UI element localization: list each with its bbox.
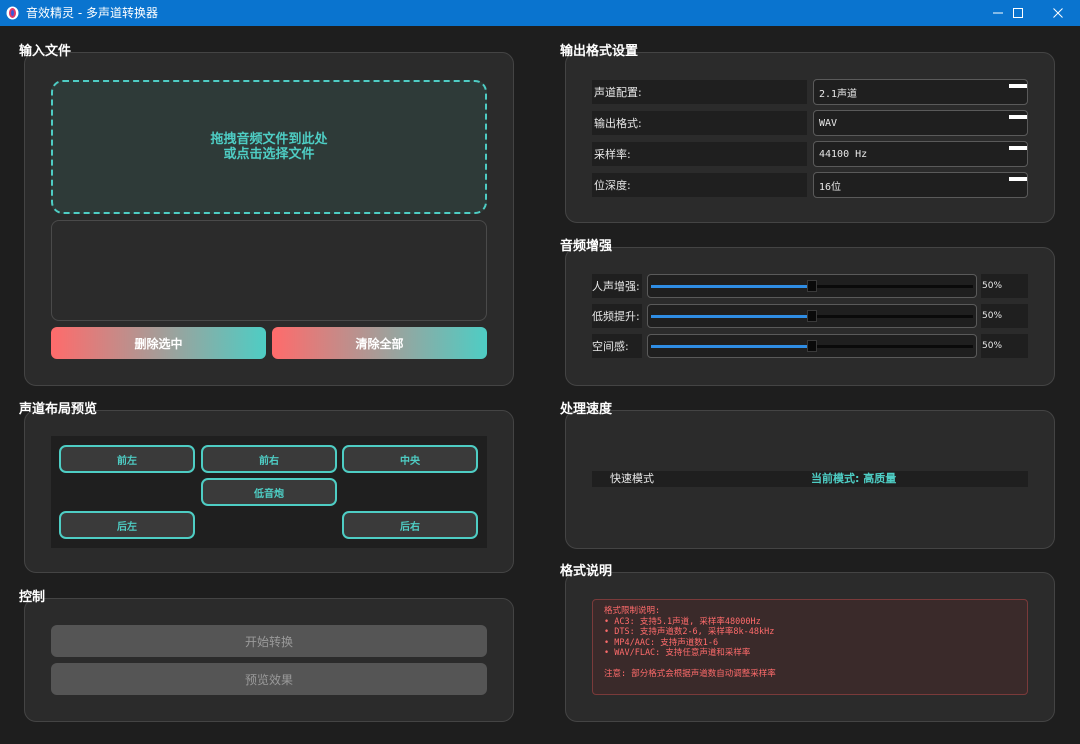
bass-boost-value: 50% xyxy=(981,304,1028,328)
file-dropzone[interactable]: 拖拽音频文件到此处 或点击选择文件 xyxy=(51,80,487,214)
slider-fill xyxy=(651,285,812,288)
slider-handle[interactable] xyxy=(807,340,817,352)
close-button[interactable] xyxy=(1038,0,1078,26)
channel-config-value: 2.1声道 xyxy=(819,88,858,100)
channel-front-right: 前右 xyxy=(201,445,337,473)
input-files-title: 输入文件 xyxy=(19,44,72,59)
speed-row: 快速模式 当前模式: 高质量 xyxy=(592,471,1028,487)
slider-handle[interactable] xyxy=(807,280,817,292)
title-bar: 音效精灵 - 多声道转换器 xyxy=(0,0,1080,26)
format-note-line: 注意: 部分格式会根据声道数自动调整采样率 xyxy=(604,669,776,679)
dropdown-arrow-icon xyxy=(1009,177,1027,181)
bass-boost-label: 低频提升: xyxy=(592,304,642,328)
close-icon xyxy=(1053,8,1063,18)
bass-boost-slider[interactable] xyxy=(647,304,977,328)
bit-depth-value: 16位 xyxy=(819,181,842,193)
format-note-line: • DTS: 支持声道数2-6, 采样率8k-48kHz xyxy=(604,627,775,637)
maximize-icon xyxy=(1013,8,1023,18)
fast-mode-checkbox[interactable]: 快速模式 xyxy=(610,471,654,487)
dropzone-text-line2: 或点击选择文件 xyxy=(223,147,315,162)
spatial-label: 空间感: xyxy=(592,334,642,358)
channel-center: 中央 xyxy=(342,445,478,473)
bit-depth-label: 位深度: xyxy=(592,173,807,197)
bit-depth-select[interactable]: 16位 xyxy=(813,172,1028,198)
file-list[interactable] xyxy=(51,220,487,321)
channel-config-label: 声道配置: xyxy=(592,80,807,104)
channel-config-select[interactable]: 2.1声道 xyxy=(813,79,1028,105)
vocal-boost-value: 50% xyxy=(981,274,1028,298)
format-note-line xyxy=(604,659,1016,670)
sample-rate-select[interactable]: 44100 Hz xyxy=(813,141,1028,167)
vocal-boost-slider[interactable] xyxy=(647,274,977,298)
output-format-label: 输出格式: xyxy=(592,111,807,135)
window-title: 音效精灵 - 多声道转换器 xyxy=(26,6,158,20)
spatial-value: 50% xyxy=(981,334,1028,358)
format-note-line: • MP4/AAC: 支持声道数1-6 xyxy=(604,637,719,648)
channel-layout-preview: 前左 前右 中央 低音炮 后左 后右 xyxy=(51,436,487,548)
channel-rear-left: 后左 xyxy=(59,511,195,539)
clear-all-button[interactable]: 清除全部 xyxy=(272,327,487,359)
app-logo-icon xyxy=(6,6,19,20)
format-note-line: 格式限制说明: xyxy=(604,606,661,616)
maximize-button[interactable] xyxy=(998,0,1038,26)
slider-fill xyxy=(651,345,812,348)
sample-rate-label: 采样率: xyxy=(592,142,807,166)
processing-speed-title: 处理速度 xyxy=(560,402,613,417)
controls-panel xyxy=(24,598,514,722)
current-mode-label: 当前模式: 高质量 xyxy=(811,472,897,485)
format-note-line: • AC3: 支持5.1声道, 采样率48000Hz xyxy=(604,616,761,627)
dropdown-arrow-icon xyxy=(1009,146,1027,150)
audio-enhancement-title: 音频增强 xyxy=(560,239,613,254)
channel-front-left: 前左 xyxy=(59,445,195,473)
channel-layout-title: 声道布局预览 xyxy=(19,402,98,417)
format-note-line: • WAV/FLAC: 支持任意声道和采样率 xyxy=(604,648,751,658)
output-format-title: 输出格式设置 xyxy=(560,44,639,59)
channel-subwoofer: 低音炮 xyxy=(201,478,337,506)
output-format-value: WAV xyxy=(819,117,838,129)
slider-handle[interactable] xyxy=(807,310,817,322)
slider-fill xyxy=(651,315,812,318)
vocal-boost-label: 人声增强: xyxy=(592,274,642,298)
preview-effect-button[interactable]: 预览效果 xyxy=(51,663,487,695)
dropdown-arrow-icon xyxy=(1009,84,1027,88)
spatial-slider[interactable] xyxy=(647,334,977,358)
dropzone-text-line1: 拖拽音频文件到此处 xyxy=(210,132,328,147)
dropdown-arrow-icon xyxy=(1009,115,1027,119)
start-conversion-button[interactable]: 开始转换 xyxy=(51,625,487,657)
format-info-title: 格式说明 xyxy=(560,564,613,579)
format-notes: 格式限制说明: • AC3: 支持5.1声道, 采样率48000Hz • DTS… xyxy=(592,599,1028,695)
controls-title: 控制 xyxy=(19,590,46,605)
channel-rear-right: 后右 xyxy=(342,511,478,539)
delete-selected-button[interactable]: 删除选中 xyxy=(51,327,266,359)
sample-rate-value: 44100 Hz xyxy=(819,148,868,160)
output-format-select[interactable]: WAV xyxy=(813,110,1028,136)
